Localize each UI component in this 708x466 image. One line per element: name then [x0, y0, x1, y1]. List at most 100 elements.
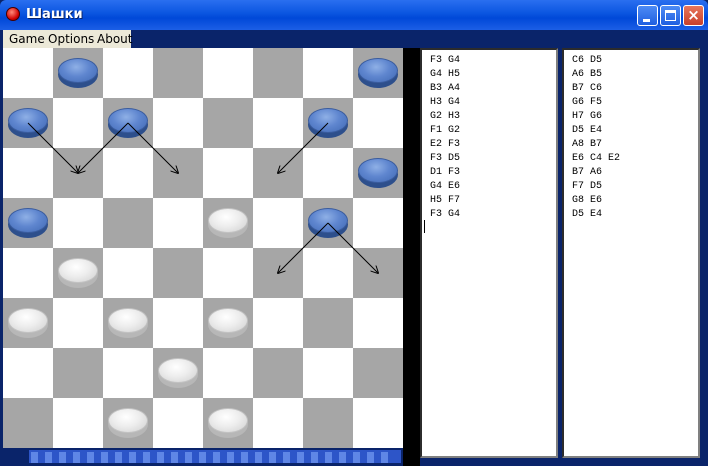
- board-square[interactable]: [353, 348, 403, 398]
- board-square[interactable]: [203, 348, 253, 398]
- board-square[interactable]: [203, 248, 253, 298]
- title-bar[interactable]: Шашки ×: [0, 0, 708, 30]
- progress-segment: [213, 452, 220, 463]
- board-square[interactable]: [253, 298, 303, 348]
- white-checker-piece[interactable]: [108, 308, 148, 338]
- progress-segment: [185, 452, 192, 463]
- menu-options[interactable]: Options: [48, 32, 94, 46]
- board-square[interactable]: [53, 148, 103, 198]
- board-square[interactable]: [353, 98, 403, 148]
- move-entry: H7 G6: [572, 111, 603, 122]
- board-square[interactable]: [303, 398, 353, 448]
- board-square[interactable]: [103, 348, 153, 398]
- blue-checker-piece[interactable]: [8, 108, 48, 138]
- board-square[interactable]: [253, 198, 303, 248]
- white-checker-piece[interactable]: [208, 308, 248, 338]
- board-square[interactable]: [153, 148, 203, 198]
- board-square[interactable]: [103, 148, 153, 198]
- menu-about[interactable]: About: [97, 32, 132, 46]
- white-checker-piece[interactable]: [208, 408, 248, 438]
- progress-segment: [45, 452, 52, 463]
- board-square[interactable]: [53, 398, 103, 448]
- board-square[interactable]: [53, 298, 103, 348]
- blue-checker-piece[interactable]: [308, 108, 348, 138]
- progress-segment: [115, 452, 122, 463]
- blue-checker-piece[interactable]: [58, 58, 98, 88]
- blue-checker-piece[interactable]: [308, 208, 348, 238]
- board-square[interactable]: [103, 48, 153, 98]
- progress-segment: [59, 452, 66, 463]
- progress-segment: [339, 452, 346, 463]
- white-checker-piece[interactable]: [108, 408, 148, 438]
- progress-segment: [101, 452, 108, 463]
- progress-segment: [143, 452, 150, 463]
- board-square[interactable]: [253, 48, 303, 98]
- board-square[interactable]: [3, 348, 53, 398]
- move-entry: E2 F3: [430, 139, 461, 150]
- close-button[interactable]: ×: [683, 5, 704, 26]
- board-square[interactable]: [303, 48, 353, 98]
- board-square[interactable]: [3, 248, 53, 298]
- blue-checker-piece[interactable]: [358, 158, 398, 188]
- maximize-icon: [665, 10, 676, 21]
- progress-bar: [28, 449, 402, 464]
- board-square[interactable]: [303, 348, 353, 398]
- checkers-board[interactable]: [3, 48, 403, 448]
- board-square[interactable]: [253, 348, 303, 398]
- board-square[interactable]: [303, 298, 353, 348]
- board-square[interactable]: [153, 98, 203, 148]
- move-entry: D5 E4: [572, 125, 603, 136]
- white-moves-list[interactable]: F3 G4 G4 H5 B3 A4 H3 G4 G2 H3 F1 G2 E2 F3 F3 D5…: [420, 48, 558, 458]
- board-square[interactable]: [153, 398, 203, 448]
- maximize-button[interactable]: [660, 5, 681, 26]
- board-square[interactable]: [153, 248, 203, 298]
- white-checker-piece[interactable]: [58, 258, 98, 288]
- board-square[interactable]: [3, 398, 53, 448]
- move-entry: A6 B5: [572, 69, 603, 80]
- board-square[interactable]: [203, 148, 253, 198]
- app-icon[interactable]: [6, 7, 20, 21]
- board-square[interactable]: [353, 248, 403, 298]
- board-square[interactable]: [53, 198, 103, 248]
- white-checker-piece[interactable]: [208, 208, 248, 238]
- progress-segment: [367, 452, 374, 463]
- board-square[interactable]: [353, 198, 403, 248]
- white-checker-piece[interactable]: [158, 358, 198, 388]
- board-square[interactable]: [53, 348, 103, 398]
- menu-game[interactable]: Game: [9, 32, 45, 46]
- board-square[interactable]: [203, 48, 253, 98]
- blue-checker-piece[interactable]: [358, 58, 398, 88]
- checkers-window: Шашки × Game Options About F3 G4 G4 H5 B3 …: [0, 0, 708, 466]
- board-square[interactable]: [353, 398, 403, 448]
- blue-checker-piece[interactable]: [108, 108, 148, 138]
- white-checker-piece[interactable]: [8, 308, 48, 338]
- board-square[interactable]: [253, 148, 303, 198]
- board-square[interactable]: [153, 298, 203, 348]
- board-square[interactable]: [253, 248, 303, 298]
- window-title: Шашки: [26, 7, 83, 22]
- board-square[interactable]: [203, 98, 253, 148]
- board-square[interactable]: [253, 398, 303, 448]
- board-square[interactable]: [303, 148, 353, 198]
- move-entry: B7 C6: [572, 83, 603, 94]
- minimize-button[interactable]: [637, 5, 658, 26]
- board-square[interactable]: [253, 98, 303, 148]
- blue-moves-list[interactable]: C6 D5 A6 B5 B7 C6 G6 F5 H7 G6 D5 E4 A8 B7 E6 C4…: [562, 48, 700, 458]
- progress-segment: [241, 452, 248, 463]
- board-square[interactable]: [153, 198, 203, 248]
- board-square[interactable]: [3, 48, 53, 98]
- board-square[interactable]: [353, 298, 403, 348]
- board-square[interactable]: [103, 198, 153, 248]
- progress-segment: [227, 452, 234, 463]
- board-square[interactable]: [103, 248, 153, 298]
- move-entry: D5 E4: [572, 209, 603, 220]
- board-square[interactable]: [153, 48, 203, 98]
- progress-segment: [325, 452, 332, 463]
- blue-checker-piece[interactable]: [8, 208, 48, 238]
- move-entry: A8 B7: [572, 139, 603, 150]
- move-entry: G2 H3: [430, 111, 461, 122]
- board-square[interactable]: [3, 148, 53, 198]
- board-square[interactable]: [53, 98, 103, 148]
- board-square[interactable]: [303, 248, 353, 298]
- progress-segment: [199, 452, 206, 463]
